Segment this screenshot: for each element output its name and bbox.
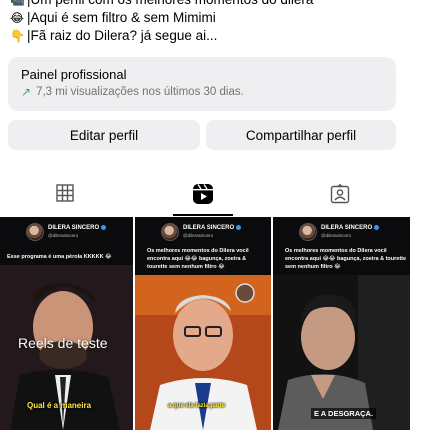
grid-icon <box>56 184 74 202</box>
reel-thumbnail-1[interactable]: DILERA SINCERO @dilerasincero Esse progr… <box>0 217 133 430</box>
tagged-icon <box>330 184 350 204</box>
reel-header: DILERA SINCERO @dilerasincero <box>26 223 107 241</box>
reel-overlay-title: Reels de teste <box>18 335 108 351</box>
bio-line-3: 👇 |Fã raiz do Dilera? já segue ai... <box>10 27 430 45</box>
bio-text-2: |Aqui é sem filtro & sem Mimimi <box>27 10 216 25</box>
verified-icon <box>374 224 380 230</box>
tab-reels[interactable] <box>173 172 233 216</box>
reel-subtitle: Qual é a maneira <box>27 401 92 410</box>
dashboard-subtitle: ↗ 7,3 mi visualizações nos últimos 30 di… <box>21 85 383 99</box>
account-handle: @dilerasincero <box>321 233 352 239</box>
dashboard-title: Painel profissional <box>21 67 127 82</box>
avatar <box>299 223 317 241</box>
reels-icon <box>193 184 213 204</box>
laughing-emoji-icon: 😂 <box>10 11 25 25</box>
bio-line-1: 📹 |Um perfil com os melhores momentos do… <box>10 0 430 9</box>
reel-header: DILERA SINCERO @dilerasincero <box>161 223 242 241</box>
reel-photo <box>273 275 410 430</box>
verified-icon <box>236 224 242 230</box>
share-profile-button[interactable]: Compartilhar perfil <box>206 120 396 150</box>
pointing-hand-icon: 👇 <box>10 29 25 43</box>
reel-subtitle: a que ela fazia parte <box>168 403 226 409</box>
edit-profile-button[interactable]: Editar perfil <box>8 120 200 150</box>
reel-thumbnail-3[interactable]: DILERA SINCERO @dilerasincero Os melhore… <box>273 217 410 430</box>
profile-tabs <box>0 172 410 216</box>
tab-tagged[interactable] <box>310 172 370 216</box>
account-handle: @dilerasincero <box>48 233 79 239</box>
account-handle: @dilerasincero <box>183 233 214 239</box>
verified-icon <box>101 224 107 230</box>
bio-line-2: 😂 |Aqui é sem filtro & sem Mimimi <box>10 9 430 27</box>
avatar <box>161 223 179 241</box>
reel-caption: Os melhores momentos do Dilera você enco… <box>285 248 407 270</box>
avatar <box>26 223 44 241</box>
bio-text-1: |Um perfil com os melhores momentos do d… <box>27 0 313 9</box>
reel-caption: Os melhores momentos do Dilera você enco… <box>147 248 249 270</box>
reel-subtitle: E A DESGRAÇA. <box>311 408 377 419</box>
active-tab-indicator <box>173 214 233 216</box>
tab-grid[interactable] <box>35 172 95 216</box>
account-name: DILERA SINCERO <box>48 225 100 232</box>
camera-icon: 📹 <box>10 0 25 7</box>
professional-dashboard[interactable]: Painel profissional ↗ 7,3 mi visualizaçõ… <box>8 57 396 111</box>
reel-caption: Esse programa é uma pérola KKKKK 😂 <box>7 254 112 260</box>
bio-text-3: |Fã raiz do Dilera? já segue ai... <box>27 28 218 43</box>
profile-bio: 📹 |Um perfil com os melhores momentos do… <box>10 0 430 45</box>
account-name: DILERA SINCERO <box>321 225 373 232</box>
reels-grid: DILERA SINCERO @dilerasincero Esse progr… <box>0 217 410 430</box>
dashboard-stats: 7,3 mi visualizações nos últimos 30 dias… <box>36 86 244 98</box>
trend-up-icon: ↗ <box>21 85 32 99</box>
reel-thumbnail-2[interactable]: DILERA SINCERO @dilerasincero Os melhore… <box>135 217 271 430</box>
reel-header: DILERA SINCERO @dilerasincero <box>299 223 380 241</box>
account-name: DILERA SINCERO <box>183 225 235 232</box>
